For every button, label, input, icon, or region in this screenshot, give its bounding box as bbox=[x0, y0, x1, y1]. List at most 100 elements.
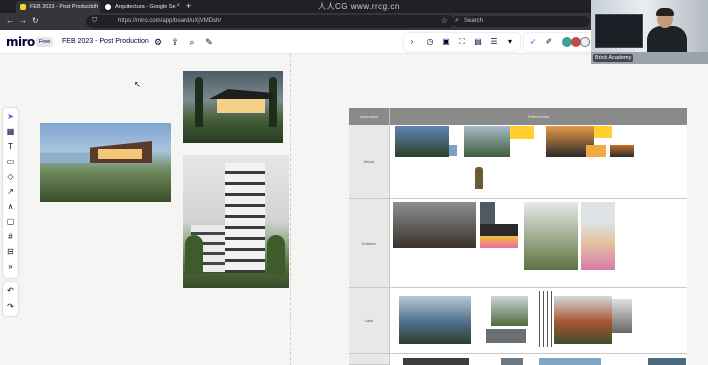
frame-icon[interactable]: # bbox=[3, 231, 18, 243]
reference-thumbnail[interactable] bbox=[395, 126, 449, 157]
fit-screen-icon[interactable]: ⛶ bbox=[456, 36, 468, 48]
select-tool-icon[interactable]: ➤ bbox=[3, 111, 18, 123]
cursor-share-icon[interactable]: ➶ bbox=[527, 36, 539, 48]
watermark-text: 人人CG www.rrcg.cn bbox=[318, 2, 400, 11]
figure-cutout[interactable] bbox=[475, 167, 483, 189]
tab-label: Arquitectura - Google Se bbox=[115, 4, 176, 10]
sticky-note-icon[interactable]: ▭ bbox=[3, 156, 18, 168]
mouse-cursor-icon: ↖ bbox=[134, 80, 141, 89]
reference-thumbnail[interactable] bbox=[524, 202, 578, 270]
search-icon: ⌕ bbox=[455, 17, 459, 24]
timer-icon[interactable]: ◷ bbox=[424, 36, 436, 48]
table-row bbox=[390, 199, 687, 288]
export-icon[interactable]: ⇪ bbox=[169, 36, 181, 48]
creation-toolbar: ➤ ▦ T ▭ ◇ ↗ ∧ ▢ # ⊟ » bbox=[3, 108, 18, 278]
plan-badge[interactable]: Free bbox=[36, 37, 54, 47]
reference-thumbnail[interactable] bbox=[403, 358, 469, 365]
photo-roof bbox=[209, 89, 273, 99]
comment-icon[interactable]: ▢ bbox=[3, 216, 18, 228]
url-text: https://miro.com/app/board/uXjVMDsh/ bbox=[118, 18, 222, 24]
reference-thumbnail[interactable] bbox=[399, 296, 471, 344]
reference-thumbnail[interactable] bbox=[554, 296, 612, 344]
reference-thumbnail[interactable] bbox=[510, 126, 534, 139]
upload-icon[interactable]: ⊟ bbox=[3, 246, 18, 258]
photo-tree bbox=[269, 77, 277, 127]
more-tools-icon[interactable]: » bbox=[3, 261, 18, 273]
redo-icon[interactable]: ↷ bbox=[3, 300, 18, 314]
more-chevron-icon[interactable]: ▾ bbox=[504, 36, 516, 48]
reference-table[interactable]: Inspiration Referencias Mood Exterior La… bbox=[349, 108, 687, 365]
tab-label: FEB 2023 - Post Production bbox=[30, 4, 99, 10]
apartment-tower-photo[interactable] bbox=[183, 155, 289, 288]
reference-thumbnail[interactable] bbox=[501, 358, 523, 365]
reference-thumbnail[interactable] bbox=[449, 145, 457, 156]
reference-thumbnail[interactable] bbox=[581, 202, 615, 270]
webcam-person-hair bbox=[656, 8, 674, 16]
notes-icon[interactable]: ▤ bbox=[472, 36, 484, 48]
reference-thumbnail[interactable] bbox=[612, 299, 632, 333]
reactions-icon[interactable]: ✐ bbox=[543, 36, 555, 48]
table-row-label: Lake bbox=[349, 288, 390, 354]
reference-thumbnail[interactable] bbox=[480, 224, 518, 248]
bookmark-star-icon[interactable]: ☆ bbox=[441, 16, 448, 25]
table-row-label bbox=[349, 354, 390, 365]
tab-miro-board[interactable]: FEB 2023 - Post Production × bbox=[16, 1, 100, 13]
collaborator-avatar[interactable] bbox=[580, 37, 590, 47]
reference-thumbnail[interactable] bbox=[539, 358, 601, 365]
table-header: Inspiration Referencias bbox=[349, 108, 687, 125]
table-header-col1: Inspiration bbox=[349, 108, 390, 125]
shapes-icon[interactable]: ◇ bbox=[3, 171, 18, 183]
close-tab-icon[interactable]: × bbox=[176, 3, 180, 9]
reload-button[interactable]: ↻ bbox=[32, 16, 39, 25]
list-icon[interactable]: ☰ bbox=[488, 36, 500, 48]
reference-thumbnail[interactable] bbox=[480, 202, 495, 224]
settings-icon[interactable]: ⚙ bbox=[152, 36, 164, 48]
chevron-right-icon[interactable]: › bbox=[406, 36, 418, 48]
photo-tower bbox=[225, 163, 265, 273]
templates-icon[interactable]: ▦ bbox=[3, 126, 18, 138]
photo-glass bbox=[98, 149, 142, 159]
text-tool-icon[interactable]: T bbox=[3, 141, 18, 153]
table-row bbox=[390, 288, 687, 354]
table-row bbox=[390, 354, 687, 365]
reference-thumbnail[interactable] bbox=[586, 145, 606, 157]
miro-logo[interactable]: miro bbox=[6, 35, 35, 49]
sketch-thumbnail[interactable] bbox=[536, 291, 554, 347]
search-board-icon[interactable]: ⌕ bbox=[186, 36, 198, 48]
connector-icon[interactable]: ↗ bbox=[3, 186, 18, 198]
photo-tree bbox=[195, 77, 203, 127]
url-field[interactable]: ⛉ https://miro.com/app/board/uXjVMDsh/ ☆ bbox=[86, 15, 454, 28]
photo-lake bbox=[40, 153, 90, 163]
reference-thumbnail[interactable] bbox=[610, 145, 634, 157]
photo-tree bbox=[267, 235, 285, 275]
board-tools-toolbar: › ◷ ▣ ⛶ ▤ ☰ ▾ bbox=[404, 33, 520, 51]
google-favicon-icon bbox=[105, 4, 111, 10]
back-button[interactable]: ← bbox=[6, 16, 14, 25]
pen-icon[interactable]: ∧ bbox=[3, 201, 18, 213]
search-placeholder: Search bbox=[464, 18, 484, 24]
undo-redo-toolbar: ↶ ↷ bbox=[3, 282, 18, 316]
webcam-overlay: Brick Academy bbox=[591, 0, 708, 64]
reference-thumbnail[interactable] bbox=[491, 296, 528, 326]
forward-button[interactable]: → bbox=[19, 16, 27, 25]
photo-glass bbox=[217, 99, 265, 113]
lock-icon: ⛉ bbox=[92, 17, 98, 24]
board-title[interactable]: FEB 2023 - Post Production bbox=[62, 38, 149, 45]
reference-thumbnail[interactable] bbox=[393, 202, 476, 248]
frames-icon[interactable]: ▣ bbox=[440, 36, 452, 48]
reference-thumbnail[interactable] bbox=[648, 358, 686, 365]
search-input[interactable]: ⌕ Search bbox=[452, 16, 590, 27]
reference-thumbnail[interactable] bbox=[594, 126, 612, 138]
tab-google-search[interactable]: Arquitectura - Google Se × bbox=[101, 1, 183, 13]
close-tab-icon[interactable]: × bbox=[93, 3, 97, 9]
table-row-label: Mood bbox=[349, 125, 390, 199]
comments-icon[interactable]: ✎ bbox=[203, 36, 215, 48]
reference-thumbnail[interactable] bbox=[486, 329, 526, 343]
reference-thumbnail[interactable] bbox=[464, 126, 510, 157]
table-row-label: Exterior bbox=[349, 199, 390, 288]
lake-house-photo[interactable] bbox=[40, 123, 171, 202]
forest-house-photo[interactable] bbox=[183, 71, 283, 143]
table-row bbox=[390, 125, 687, 199]
undo-icon[interactable]: ↶ bbox=[3, 284, 18, 298]
new-tab-button[interactable]: + bbox=[186, 1, 191, 11]
